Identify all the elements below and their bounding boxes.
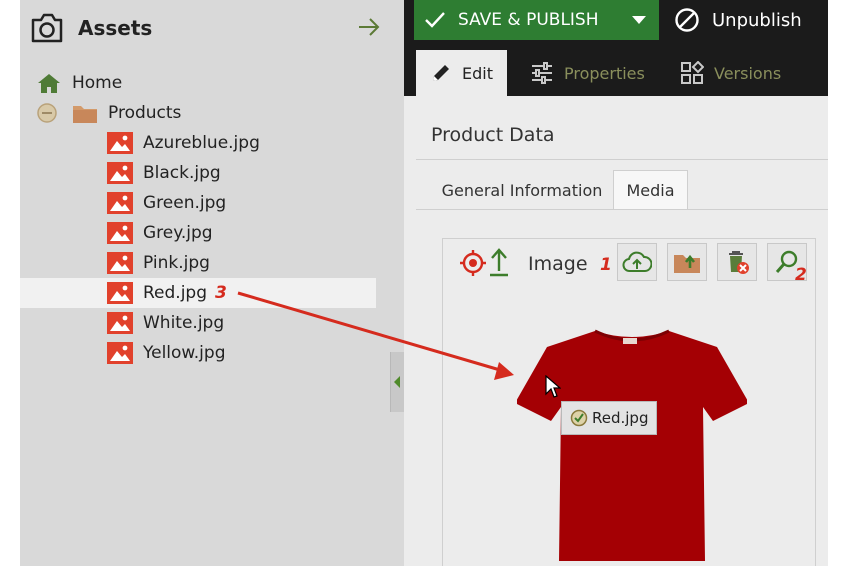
collapse-left-icon: [394, 376, 400, 388]
step-marker-3: 3: [215, 283, 227, 303]
clear-image-button[interactable]: [717, 243, 757, 281]
tree-item-label: Yellow.jpg: [143, 343, 226, 363]
image-file-icon: [107, 252, 133, 274]
step-marker-1: 1: [600, 255, 612, 275]
tree-item-black[interactable]: Black.jpg: [20, 158, 376, 188]
image-file-icon: [107, 162, 133, 184]
tree-item-label: Grey.jpg: [143, 223, 213, 243]
mouse-cursor-icon: [545, 375, 561, 398]
image-field-toolbar: Image 1 2: [443, 239, 815, 289]
save-and-publish-button[interactable]: SAVE & PUBLISH: [414, 0, 659, 40]
ban-icon: [675, 8, 699, 32]
assets-header: Assets: [30, 10, 152, 46]
folder-upload-icon: [674, 254, 700, 273]
editor-toolbar: SAVE & PUBLISH Unpublish Edit Properties…: [404, 0, 828, 96]
subtab-media[interactable]: Media: [613, 170, 688, 210]
subtab-label: Media: [626, 181, 675, 200]
tree-item-yellow[interactable]: Yellow.jpg: [20, 338, 376, 368]
image-file-icon: [107, 282, 133, 304]
tree-item-label: Azureblue.jpg: [143, 133, 260, 153]
image-file-icon: [107, 132, 133, 154]
tshirt-preview-image: [517, 329, 747, 561]
tree-item-label: Red.jpg: [143, 283, 208, 303]
tree-item-products[interactable]: Products: [20, 98, 376, 128]
drop-ok-icon: [570, 409, 588, 427]
cloud-upload-icon: [622, 251, 652, 272]
tab-label: Versions: [714, 63, 782, 83]
image-file-icon: [107, 222, 133, 244]
tab-label: Properties: [564, 63, 645, 83]
tab-versions[interactable]: Versions: [680, 50, 781, 96]
folder-icon: [72, 102, 98, 124]
unpublish-button[interactable]: Unpublish: [674, 0, 802, 40]
tree-item-label: Green.jpg: [143, 193, 227, 213]
collapse-panel-arrow-icon[interactable]: [356, 14, 382, 40]
tree-item-red[interactable]: Red.jpg: [20, 278, 376, 308]
image-file-icon: [107, 342, 133, 364]
panel-splitter-handle[interactable]: [390, 352, 404, 412]
section-title: Product Data: [431, 124, 555, 146]
upload-image-button[interactable]: [617, 243, 657, 281]
trash-delete-icon: [729, 251, 749, 274]
divider: [416, 209, 828, 210]
sliders-icon: [532, 62, 552, 84]
camera-icon: [31, 13, 63, 43]
tree-item-home[interactable]: Home: [20, 68, 376, 98]
image-file-icon: [107, 192, 133, 214]
home-icon: [36, 72, 62, 94]
versions-icon: [681, 61, 704, 84]
tree-item-label: Pink.jpg: [143, 253, 210, 273]
drag-proxy-label: Red.jpg: [592, 409, 649, 427]
subtab-label: General Information: [441, 180, 603, 200]
step-marker-2: 2: [795, 265, 807, 285]
target-icon[interactable]: [459, 249, 487, 277]
image-file-icon: [107, 312, 133, 334]
tab-edit[interactable]: Edit: [416, 50, 507, 96]
check-icon: [425, 12, 445, 28]
caret-down-icon: [632, 16, 646, 24]
assets-panel: Assets Home Products Azureblue.jpg Black…: [20, 0, 404, 566]
assets-title: Assets: [78, 16, 153, 40]
tree-item-label: White.jpg: [143, 313, 225, 333]
drag-proxy: Red.jpg: [561, 401, 658, 435]
expander-icon[interactable]: [36, 102, 58, 124]
tree-item-pink[interactable]: Pink.jpg: [20, 248, 376, 278]
tree-item-green[interactable]: Green.jpg: [20, 188, 376, 218]
tree-item-label: Home: [72, 73, 123, 93]
unpublish-label: Unpublish: [712, 9, 802, 31]
tab-properties[interactable]: Properties: [530, 50, 645, 96]
upload-from-folder-button[interactable]: [667, 243, 707, 281]
tree-item-label: Products: [108, 103, 182, 123]
pencil-icon: [433, 65, 449, 81]
divider: [416, 159, 828, 160]
tab-label: Edit: [462, 63, 493, 83]
subtab-general-information[interactable]: General Information: [428, 170, 616, 210]
editor-content: Product Data General Information Media I…: [404, 96, 828, 566]
tree-item-label: Black.jpg: [143, 163, 221, 183]
save-and-publish-label: SAVE & PUBLISH: [458, 10, 599, 30]
tree-item-grey[interactable]: Grey.jpg: [20, 218, 376, 248]
save-options-dropdown[interactable]: [619, 0, 659, 40]
upload-arrow-icon[interactable]: [489, 247, 509, 277]
image-field[interactable]: Image 1 2 Red.jpg: [442, 238, 816, 566]
tree-item-azureblue[interactable]: Azureblue.jpg: [20, 128, 376, 158]
image-field-label: Image: [528, 253, 588, 275]
tree-item-white[interactable]: White.jpg: [20, 308, 376, 338]
